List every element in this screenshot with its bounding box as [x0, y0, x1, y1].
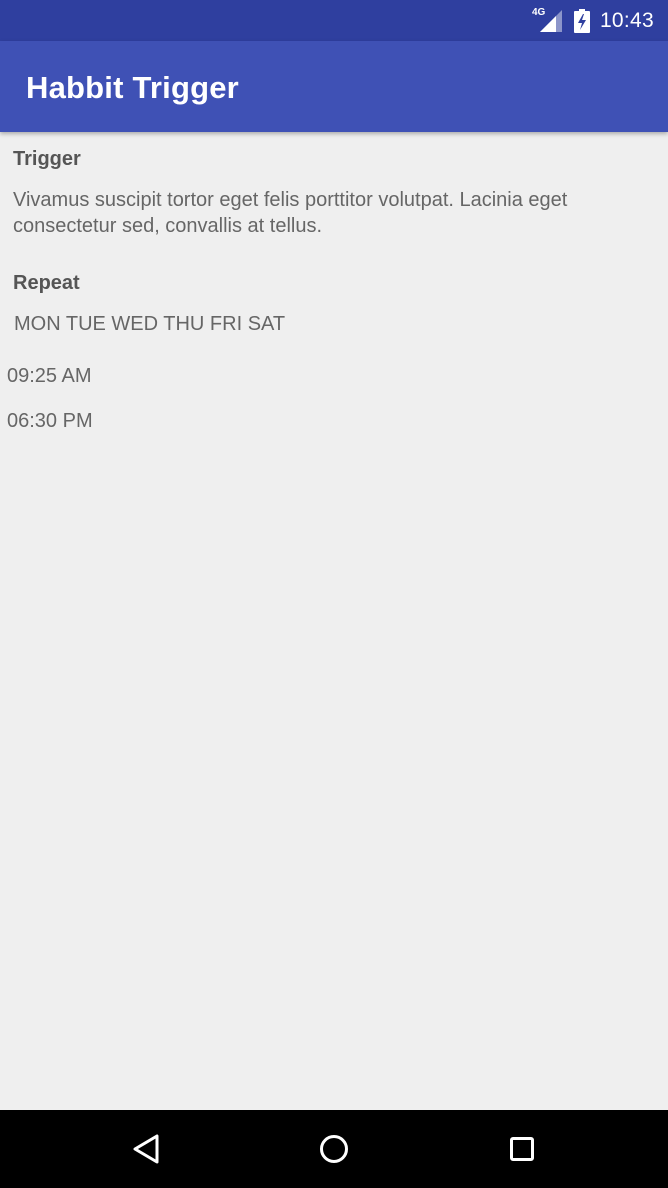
- status-icons: 4G 10:43: [532, 0, 654, 41]
- content: Trigger Vivamus suscipit tortor eget fel…: [0, 132, 668, 1110]
- home-icon: [320, 1135, 348, 1163]
- clock: 10:43: [599, 9, 654, 32]
- back-icon: [133, 1134, 159, 1164]
- navigation-bar: [0, 1110, 668, 1188]
- time-item[interactable]: 09:25 AM: [7, 365, 92, 388]
- recents-icon: [510, 1137, 534, 1161]
- back-button[interactable]: [126, 1129, 166, 1169]
- repeat-label: Repeat: [13, 272, 80, 294]
- signal-icon: [539, 9, 562, 32]
- network-indicator: 4G: [532, 7, 562, 34]
- trigger-description: Vivamus suscipit tortor eget felis portt…: [13, 189, 568, 237]
- repeat-days: MON TUE WED THU FRI SAT: [14, 313, 286, 335]
- screen: 4G 10:43 Habbit Trigger Trigger Vivamus …: [0, 0, 668, 1188]
- app-title: Habbit Trigger: [26, 70, 239, 105]
- time-item[interactable]: 06:30 PM: [7, 410, 93, 433]
- status-bar: 4G 10:43: [0, 0, 668, 41]
- app-bar: Habbit Trigger: [0, 41, 668, 132]
- battery-charging-icon: [573, 8, 590, 33]
- trigger-label: Trigger: [13, 148, 81, 170]
- home-button[interactable]: [314, 1129, 354, 1169]
- recents-button[interactable]: [502, 1129, 542, 1169]
